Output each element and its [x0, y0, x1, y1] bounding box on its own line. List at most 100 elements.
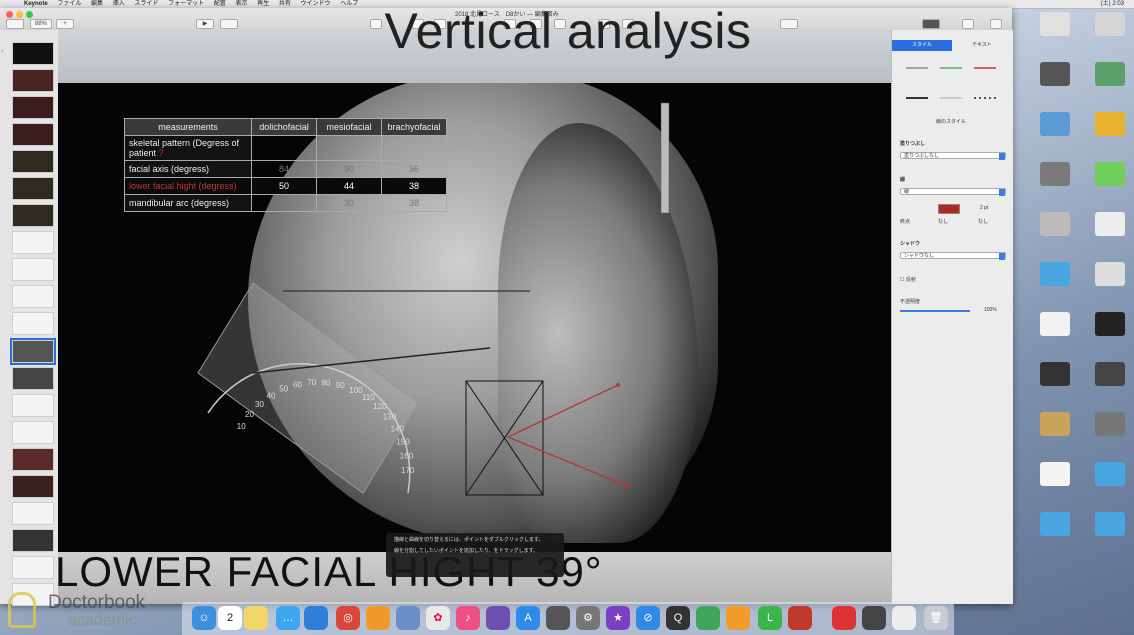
stroke-width-field[interactable]: 2 pt: [980, 205, 988, 211]
desktop-icon[interactable]: [1040, 362, 1070, 386]
system-prefs-icon[interactable]: ⚙: [576, 606, 600, 630]
slide-thumbnail[interactable]: [12, 529, 54, 552]
slide-thumbnail[interactable]: [12, 556, 54, 579]
slide-thumbnail[interactable]: [12, 394, 54, 417]
slide-thumbnail[interactable]: [12, 421, 54, 444]
desktop-icon[interactable]: [1095, 12, 1125, 36]
desktop-icon[interactable]: [1095, 62, 1125, 86]
desktop-icon[interactable]: [1040, 412, 1070, 436]
desktop-icon[interactable]: [1095, 312, 1125, 336]
slide-thumbnail[interactable]: [12, 204, 54, 227]
table-row: mandibular arc (degress) 22 30 38: [124, 194, 447, 212]
acrobat-icon[interactable]: [788, 606, 812, 630]
preview-icon[interactable]: [396, 606, 420, 630]
slide-thumbnail[interactable]: [12, 475, 54, 498]
reflection-checkbox[interactable]: ☐ 反射: [900, 276, 916, 283]
table-cell: 96: [381, 160, 447, 178]
slide-thumbnail-selected[interactable]: [10, 338, 56, 365]
ibooks-icon[interactable]: [726, 606, 750, 630]
protractor-label: 130: [383, 412, 397, 421]
photo-booth-icon[interactable]: [862, 606, 886, 630]
safari-icon[interactable]: ⊘: [636, 606, 660, 630]
slide-thumbnail[interactable]: [12, 258, 54, 281]
desktop-icon[interactable]: [1095, 112, 1125, 136]
fill-section-label[interactable]: 塗りつぶし: [900, 140, 925, 147]
protractor-label: 90: [336, 381, 345, 390]
line-style-presets[interactable]: [892, 54, 1013, 114]
quicktime-icon[interactable]: Q: [666, 606, 690, 630]
table-row: facial axis (degress) 84 90 96: [124, 160, 447, 178]
slide-thumbnail[interactable]: [12, 502, 54, 525]
desktop-icon[interactable]: [1040, 262, 1070, 286]
desktop-icon[interactable]: [1095, 362, 1125, 386]
row-marker: ?: [158, 148, 164, 158]
itunes-icon[interactable]: ♪: [456, 606, 480, 630]
slide-thumbnail[interactable]: [12, 312, 54, 335]
slide-thumbnail[interactable]: [12, 96, 54, 119]
slide-thumbnail[interactable]: [12, 150, 54, 173]
desktop-icon[interactable]: [1095, 512, 1125, 536]
opacity-slider[interactable]: [900, 310, 970, 312]
slide-thumbnail[interactable]: [12, 448, 54, 471]
imovie-icon[interactable]: [486, 606, 510, 630]
zoom-button[interactable]: [26, 11, 33, 18]
slide-thumbnail[interactable]: [12, 69, 54, 92]
protractor-label: 80: [322, 378, 331, 387]
slide-thumbnail[interactable]: [12, 177, 54, 200]
shadow-popup[interactable]: シャドウなし: [900, 252, 1006, 260]
shadow-section-label[interactable]: シャドウ: [900, 240, 920, 247]
menu-app-name[interactable]: Keynote: [24, 1, 48, 7]
desktop-icon[interactable]: [1040, 112, 1070, 136]
messages-icon[interactable]: …: [276, 606, 300, 630]
notes-icon[interactable]: [244, 606, 268, 630]
menu-clock[interactable]: (土) 2:03: [1101, 0, 1124, 8]
star-icon[interactable]: ★: [606, 606, 630, 630]
slide-thumbnail[interactable]: [12, 231, 54, 254]
fill-popup[interactable]: 塗りつぶしなし: [900, 152, 1006, 160]
stroke-section-label[interactable]: 線: [900, 176, 905, 183]
line-icon[interactable]: L: [758, 606, 782, 630]
finder-icon[interactable]: ☺: [192, 606, 216, 630]
calendar-icon[interactable]: 2: [218, 606, 242, 630]
desktop-icon[interactable]: [1040, 462, 1070, 486]
desktop-icon[interactable]: [1040, 312, 1070, 336]
facial-angle-line-upper: [507, 384, 619, 438]
trash-icon[interactable]: 🗑: [924, 606, 948, 630]
desktop-icon[interactable]: [1095, 462, 1125, 486]
numbers-icon[interactable]: [696, 606, 720, 630]
desktop-icon[interactable]: [1040, 212, 1070, 236]
slide-thumbnail[interactable]: [12, 42, 54, 65]
view-button[interactable]: [6, 19, 24, 29]
photos-icon[interactable]: ✿: [426, 606, 450, 630]
endpoint-right-popup[interactable]: なし: [978, 218, 988, 225]
desktop-icon[interactable]: [1095, 412, 1125, 436]
desktop-icon[interactable]: [1095, 212, 1125, 236]
stroke-color-swatch[interactable]: [938, 204, 960, 214]
measurements-table[interactable]: measurements dolichofacial mesiofacial b…: [124, 118, 447, 212]
protractor-label: 170: [401, 466, 415, 475]
table-cell: [316, 135, 382, 161]
zoom-select[interactable]: 88%: [30, 19, 52, 29]
minimize-button[interactable]: [16, 11, 23, 18]
chrome-icon[interactable]: ◎: [336, 606, 360, 630]
opacity-value[interactable]: 100%: [984, 307, 997, 313]
desktop-icon[interactable]: [1095, 162, 1125, 186]
stroke-popup[interactable]: 線: [900, 188, 1006, 196]
slide-thumbnail[interactable]: [12, 367, 54, 390]
keynote-icon[interactable]: [304, 606, 328, 630]
pages-icon[interactable]: [366, 606, 390, 630]
close-button[interactable]: [6, 11, 13, 18]
document-icon[interactable]: [832, 606, 856, 630]
appstore-icon[interactable]: A: [516, 606, 540, 630]
facial-angle-line-lower: [507, 436, 628, 487]
xcode-icon[interactable]: [546, 606, 570, 630]
slide-thumbnail[interactable]: [12, 123, 54, 146]
desktop-icon[interactable]: [1040, 162, 1070, 186]
desktop-icon[interactable]: [1040, 512, 1070, 536]
desktop-icon[interactable]: [1040, 62, 1070, 86]
desktop-icon[interactable]: [1095, 262, 1125, 286]
table-row-highlighted: lower facial hight (degress) 50 44 38: [124, 177, 447, 195]
slide-thumbnail[interactable]: [12, 285, 54, 308]
screenshot-icon[interactable]: [892, 606, 916, 630]
endpoint-left-popup[interactable]: なし: [938, 218, 948, 225]
